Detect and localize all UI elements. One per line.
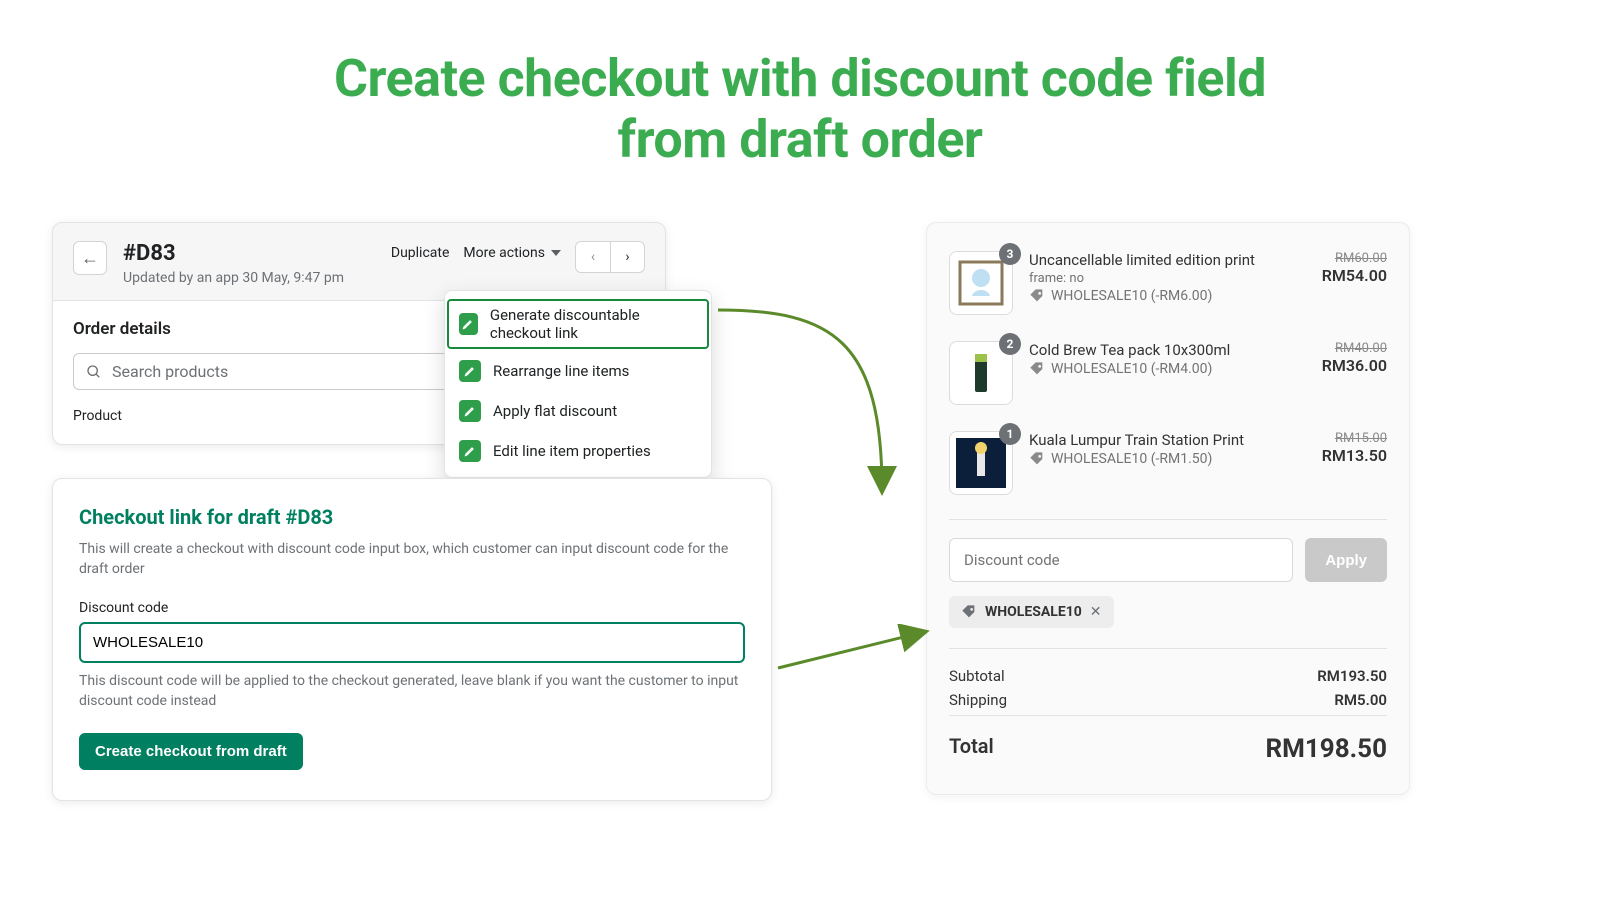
- divider: [949, 648, 1387, 649]
- page-headline: Create checkout with discount code field…: [0, 0, 1600, 171]
- more-actions-dropdown: Generate discountable checkout link Rear…: [444, 290, 712, 478]
- line-item-discount: WHOLESALE10 (-RM4.00): [1051, 361, 1212, 377]
- subtotal-label: Subtotal: [949, 667, 1005, 685]
- discount-code-hint: This discount code will be applied to th…: [79, 671, 739, 712]
- menu-generate-checkout-link[interactable]: Generate discountable checkout link: [445, 297, 711, 351]
- chevron-left-icon: ‹: [591, 249, 595, 265]
- more-actions-button[interactable]: More actions: [463, 241, 561, 261]
- total-label: Total: [949, 734, 994, 764]
- menu-apply-flat-discount[interactable]: Apply flat discount: [445, 391, 711, 431]
- form-title: Checkout link for draft #D83: [79, 505, 745, 529]
- duplicate-button[interactable]: Duplicate: [391, 241, 450, 261]
- order-number: #D83: [123, 241, 344, 266]
- menu-rearrange-line-items[interactable]: Rearrange line items: [445, 351, 711, 391]
- form-description: This will create a checkout with discoun…: [79, 539, 739, 580]
- headline-line2: from draft order: [0, 109, 1600, 170]
- pencil-icon: [459, 313, 478, 335]
- line-item-original-price: RM60.00: [1301, 251, 1387, 266]
- checkout-summary: 3 Uncancellable limited edition print fr…: [926, 222, 1410, 795]
- line-item-original-price: RM40.00: [1301, 341, 1387, 356]
- menu-edit-line-item-properties[interactable]: Edit line item properties: [445, 431, 711, 471]
- line-item-discount: WHOLESALE10 (-RM6.00): [1051, 288, 1212, 304]
- checkout-link-form: Checkout link for draft #D83 This will c…: [52, 478, 772, 801]
- search-placeholder: Search products: [112, 362, 228, 381]
- tag-icon: [961, 604, 977, 620]
- chevron-right-icon: ›: [625, 249, 629, 265]
- menu-item-label: Edit line item properties: [493, 442, 651, 460]
- line-item-price: RM54.00: [1301, 266, 1387, 285]
- cart-line-item: 3 Uncancellable limited edition print fr…: [949, 243, 1387, 333]
- discount-code-field[interactable]: Discount code: [949, 538, 1293, 582]
- divider: [949, 519, 1387, 520]
- discount-code-placeholder: Discount code: [964, 551, 1060, 569]
- tag-icon: [1029, 451, 1045, 467]
- apply-discount-button[interactable]: Apply: [1305, 538, 1387, 582]
- line-item-price: RM36.00: [1301, 356, 1387, 375]
- total-value: RM198.50: [1265, 734, 1387, 764]
- quantity-badge: 3: [999, 243, 1021, 265]
- chip-label: WHOLESALE10: [985, 604, 1082, 620]
- pencil-icon: [459, 360, 481, 382]
- subtotal-row: Subtotal RM193.50: [949, 667, 1387, 685]
- line-item-name: Cold Brew Tea pack 10x300ml: [1029, 341, 1285, 359]
- arrow-illustration-bottom: [774, 624, 934, 684]
- line-item-name: Uncancellable limited edition print: [1029, 251, 1285, 269]
- shipping-value: RM5.00: [1334, 691, 1387, 709]
- tag-icon: [1029, 361, 1045, 377]
- line-item-original-price: RM15.00: [1301, 431, 1387, 446]
- remove-discount-button[interactable]: ✕: [1090, 604, 1102, 620]
- line-item-discount: WHOLESALE10 (-RM1.50): [1051, 451, 1212, 467]
- next-order-button[interactable]: ›: [610, 242, 644, 272]
- menu-item-label: Apply flat discount: [493, 402, 617, 420]
- pencil-icon: [459, 440, 481, 462]
- back-button[interactable]: ←: [73, 241, 107, 275]
- total-row: Total RM198.50: [949, 734, 1387, 764]
- arrow-left-icon: ←: [81, 248, 99, 269]
- discount-code-label: Discount code: [79, 600, 745, 616]
- menu-item-label: Generate discountable checkout link: [490, 306, 697, 342]
- prev-order-button[interactable]: ‹: [576, 242, 610, 272]
- shipping-label: Shipping: [949, 691, 1007, 709]
- line-item-name: Kuala Lumpur Train Station Print: [1029, 431, 1285, 449]
- subtotal-value: RM193.50: [1317, 667, 1387, 685]
- prev-next-group: ‹ ›: [575, 241, 645, 273]
- shipping-row: Shipping RM5.00: [949, 691, 1387, 709]
- pencil-icon: [459, 400, 481, 422]
- search-icon: [86, 364, 102, 380]
- order-updated-text: Updated by an app 30 May, 9:47 pm: [123, 270, 344, 286]
- divider: [949, 715, 1387, 716]
- cart-line-item: 2 Cold Brew Tea pack 10x300ml WHOLESALE1…: [949, 333, 1387, 423]
- headline-line1: Create checkout with discount code field: [0, 48, 1600, 109]
- applied-discount-chip: WHOLESALE10 ✕: [949, 596, 1114, 628]
- line-item-variant: frame: no: [1029, 271, 1285, 286]
- quantity-badge: 1: [999, 423, 1021, 445]
- quantity-badge: 2: [999, 333, 1021, 355]
- create-checkout-button[interactable]: Create checkout from draft: [79, 733, 303, 770]
- menu-item-label: Rearrange line items: [493, 362, 629, 380]
- discount-code-input[interactable]: [79, 622, 745, 663]
- line-item-price: RM13.50: [1301, 446, 1387, 465]
- cart-line-item: 1 Kuala Lumpur Train Station Print WHOLE…: [949, 423, 1387, 513]
- tag-icon: [1029, 288, 1045, 304]
